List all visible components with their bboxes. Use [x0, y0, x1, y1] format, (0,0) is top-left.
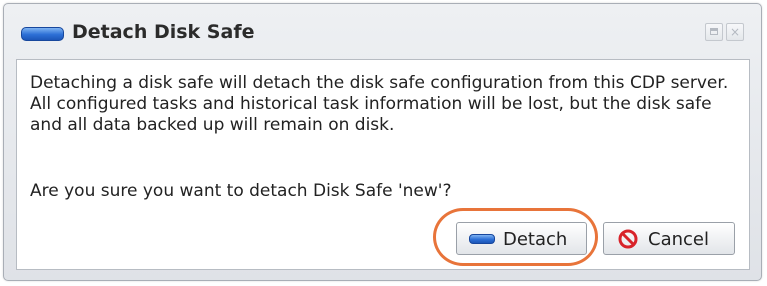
close-icon[interactable]: × — [726, 23, 744, 41]
dialog-content: Detaching a disk safe will detach the di… — [16, 59, 750, 270]
cancel-button-label: Cancel — [648, 229, 709, 250]
dialog-title: Detach Disk Safe — [72, 21, 255, 43]
disk-safe-icon — [469, 234, 495, 244]
detach-disk-safe-dialog: Detach Disk Safe × Detaching a disk safe… — [3, 3, 762, 281]
no-entry-icon — [618, 229, 638, 249]
disk-safe-icon — [21, 27, 64, 41]
confirm-question: Are you sure you want to detach Disk Saf… — [30, 181, 452, 201]
dialog-titlebar[interactable]: Detach Disk Safe × — [4, 4, 761, 54]
detach-button-label: Detach — [503, 229, 568, 250]
detach-warning-message: Detaching a disk safe will detach the di… — [30, 73, 729, 135]
cancel-button[interactable]: Cancel — [603, 222, 735, 255]
detach-button[interactable]: Detach — [456, 222, 587, 255]
maximize-icon[interactable] — [705, 23, 723, 41]
